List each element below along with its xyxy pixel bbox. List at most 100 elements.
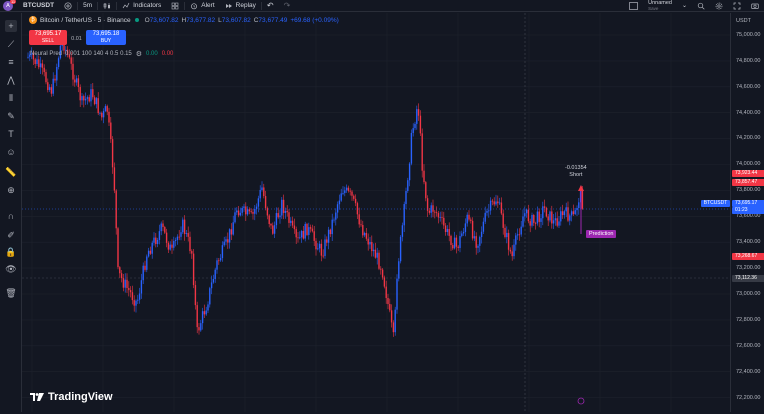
chart-pane[interactable] <box>22 13 730 412</box>
candle-body <box>126 279 128 288</box>
fib-icon[interactable]: ≡ <box>5 56 17 68</box>
candle-body <box>542 206 544 219</box>
candle-body <box>221 245 224 259</box>
notification-badge: 11 <box>10 0 17 4</box>
prediction-signal: -0.01354 Short <box>565 165 587 178</box>
alert-label: Alert <box>201 2 215 9</box>
candle-body <box>524 213 526 217</box>
candle-body <box>223 241 225 246</box>
candle-body <box>353 195 355 199</box>
undo-icon[interactable]: ↶ <box>262 0 279 12</box>
alert-button[interactable]: Alert <box>185 0 219 12</box>
trash-icon[interactable]: 🗑 <box>5 287 17 299</box>
symbol-search-button[interactable]: BTCUSDT <box>18 0 59 12</box>
settings-gear-icon[interactable] <box>710 0 728 12</box>
candle-body <box>318 243 321 249</box>
candle-body <box>432 205 434 212</box>
candle-body <box>574 210 576 215</box>
lock-icon[interactable]: 🔒 <box>5 246 17 258</box>
candle-body <box>448 229 450 236</box>
trend-line-icon[interactable]: ⟋ <box>5 38 17 50</box>
candle-body <box>185 233 188 234</box>
price-axis[interactable]: USDT 75,000.00 74,800.00 74,600.00 74,400.0… <box>701 13 764 412</box>
candle-body <box>405 190 407 205</box>
last-price-tag: 73,695.17 <box>732 200 764 207</box>
price-chart[interactable] <box>22 13 730 412</box>
add-symbol-icon[interactable] <box>59 0 77 12</box>
replay-button[interactable]: Replay <box>220 0 261 12</box>
candle-body <box>196 305 198 328</box>
candle-body <box>110 122 112 140</box>
candle-body <box>36 59 38 65</box>
chart-type-button[interactable] <box>98 0 116 12</box>
pattern-icon[interactable]: ⋀ <box>5 74 17 86</box>
chevron-down-icon[interactable]: ⌄ <box>677 0 692 12</box>
search-icon[interactable] <box>692 0 710 12</box>
candle-body <box>349 190 351 192</box>
candle-body <box>525 209 528 214</box>
candle-body <box>295 229 297 238</box>
candle-body <box>38 59 40 68</box>
candle-body <box>317 248 319 250</box>
indicator-legend[interactable]: Neural Pred 0.001 100 140 4 0.5 0.15 ⚙ 0… <box>30 50 173 58</box>
templates-button[interactable] <box>166 0 184 12</box>
lock-drawing-icon[interactable]: ✐ <box>5 229 17 241</box>
redo-icon[interactable]: ↷ <box>279 0 296 12</box>
fullscreen-icon[interactable] <box>728 0 746 12</box>
candle-body <box>466 214 468 224</box>
brush-icon[interactable]: ✎ <box>5 110 17 122</box>
sell-button[interactable]: 73,695.17 SELL <box>29 30 67 45</box>
smiley-icon[interactable]: ☺ <box>5 146 17 158</box>
ruler-icon[interactable]: 📏 <box>5 166 17 178</box>
candle-body <box>362 225 364 236</box>
candle-body <box>95 98 98 105</box>
prediction-direction: Short <box>569 171 583 178</box>
candle-body <box>336 204 339 213</box>
candle-body <box>558 221 560 226</box>
forecast-icon[interactable]: ⫴ <box>5 92 17 104</box>
candle-body <box>45 72 47 83</box>
candle-body <box>219 258 222 261</box>
candle-body <box>389 304 391 311</box>
candle-body <box>39 63 42 68</box>
interval-button[interactable]: 5m <box>78 0 97 12</box>
candle-body <box>371 241 373 252</box>
buy-button[interactable]: 73,695.18 BUY <box>86 30 126 45</box>
layout-name-button[interactable]: Unnamed Save <box>643 0 677 12</box>
candle-body <box>245 206 247 215</box>
candle-body <box>498 202 501 204</box>
axis-currency[interactable]: USDT <box>736 18 751 24</box>
price-tag: 73,923.44 <box>732 170 764 177</box>
candle-body <box>162 223 164 228</box>
candle-body <box>464 223 467 232</box>
candle-body <box>43 67 45 73</box>
indicator-settings-icon[interactable]: ⚙ <box>136 50 142 58</box>
candle-body <box>455 237 458 247</box>
candle-body <box>237 210 240 216</box>
candle-body <box>241 207 243 213</box>
candle-body <box>401 225 404 237</box>
cursor-icon[interactable]: + <box>5 20 17 32</box>
candle-body <box>50 87 53 94</box>
camera-icon[interactable] <box>746 0 764 12</box>
layout-grid-icon[interactable] <box>624 0 643 12</box>
candle-body <box>47 82 49 90</box>
candle-body <box>345 187 348 191</box>
magnet-icon[interactable]: ∩ <box>5 210 17 222</box>
candle-body <box>135 300 137 306</box>
candle-body <box>252 212 254 214</box>
candle-body <box>453 237 456 249</box>
zoom-icon[interactable]: ⊕ <box>5 184 17 196</box>
tradingview-logo-icon <box>30 393 44 401</box>
candle-body <box>475 236 477 248</box>
candle-body <box>155 237 157 245</box>
eye-icon[interactable]: 👁 <box>5 263 17 275</box>
candle-body <box>378 252 380 269</box>
text-icon[interactable]: T <box>5 128 17 140</box>
candle-body <box>502 213 504 228</box>
candle-body <box>273 225 276 234</box>
candle-body <box>201 311 204 324</box>
indicators-button[interactable]: Indicators <box>117 0 166 12</box>
indicator-params: 0.001 100 140 4 0.5 0.15 <box>65 51 132 57</box>
user-menu[interactable]: A 11 <box>0 0 18 12</box>
